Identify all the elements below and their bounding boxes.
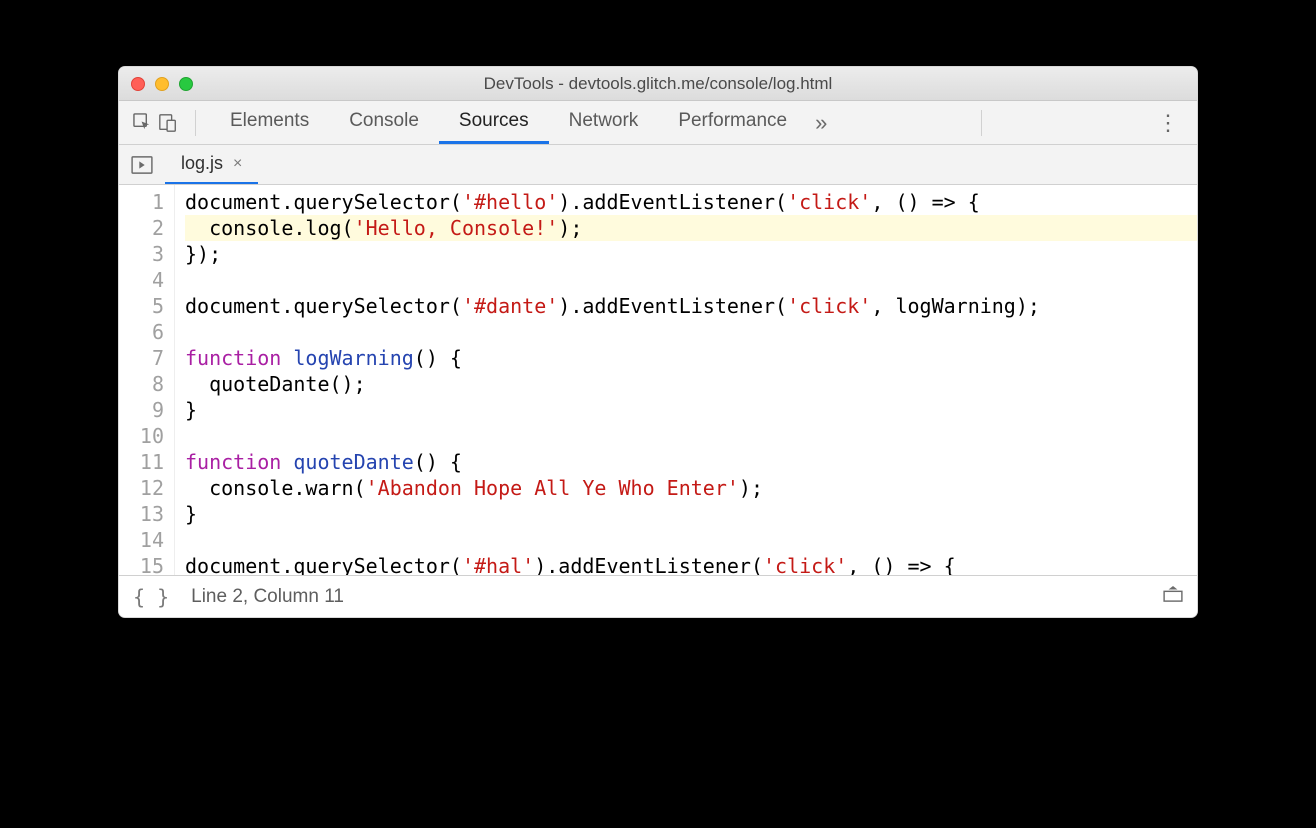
sources-file-tabs: log.js × [119, 145, 1197, 185]
device-toolbar-icon[interactable] [155, 110, 181, 136]
code-line[interactable]: console.log('Hello, Console!'); [185, 215, 1197, 241]
line-number: 1 [119, 189, 164, 215]
settings-menu-icon[interactable]: ⋮ [1149, 110, 1187, 136]
line-number: 15 [119, 553, 164, 575]
line-number: 8 [119, 371, 164, 397]
line-number: 12 [119, 475, 164, 501]
code-line[interactable]: function quoteDante() { [185, 449, 1197, 475]
close-tab-icon[interactable]: × [233, 155, 242, 173]
line-number: 3 [119, 241, 164, 267]
line-number: 11 [119, 449, 164, 475]
toggle-drawer-icon[interactable] [1163, 586, 1183, 608]
tab-console[interactable]: Console [329, 101, 439, 144]
panel-tabs: Elements Console Sources Network Perform… [210, 101, 807, 144]
status-bar: { } Line 2, Column 11 [119, 575, 1197, 617]
code-line[interactable]: } [185, 397, 1197, 423]
code-line[interactable]: console.warn('Abandon Hope All Ye Who En… [185, 475, 1197, 501]
tab-elements[interactable]: Elements [210, 101, 329, 144]
line-number: 6 [119, 319, 164, 345]
pretty-print-icon[interactable]: { } [133, 585, 169, 609]
line-number: 10 [119, 423, 164, 449]
more-panels-button[interactable]: » [815, 110, 827, 136]
code-line[interactable] [185, 319, 1197, 345]
zoom-window-button[interactable] [179, 77, 193, 91]
devtools-window: DevTools - devtools.glitch.me/console/lo… [118, 66, 1198, 618]
line-number: 7 [119, 345, 164, 371]
toolbar-separator [195, 110, 196, 136]
traffic-lights [131, 77, 193, 91]
cursor-position: Line 2, Column 11 [191, 586, 344, 608]
tab-performance[interactable]: Performance [658, 101, 807, 144]
code-line[interactable] [185, 423, 1197, 449]
file-tab-label: log.js [181, 153, 223, 174]
file-tab-log-js[interactable]: log.js × [165, 145, 258, 184]
line-number: 14 [119, 527, 164, 553]
devtools-toolbar: Elements Console Sources Network Perform… [119, 101, 1197, 145]
code-line[interactable]: function logWarning() { [185, 345, 1197, 371]
tab-sources[interactable]: Sources [439, 101, 549, 144]
tab-network[interactable]: Network [549, 101, 659, 144]
minimize-window-button[interactable] [155, 77, 169, 91]
code-line[interactable]: document.querySelector('#dante').addEven… [185, 293, 1197, 319]
line-number: 4 [119, 267, 164, 293]
code-line[interactable]: quoteDante(); [185, 371, 1197, 397]
line-number: 13 [119, 501, 164, 527]
code-editor[interactable]: 123456789101112131415 document.querySele… [119, 185, 1197, 575]
inspect-element-icon[interactable] [129, 110, 155, 136]
line-number: 5 [119, 293, 164, 319]
line-number: 9 [119, 397, 164, 423]
toolbar-separator [981, 110, 982, 136]
window-titlebar: DevTools - devtools.glitch.me/console/lo… [119, 67, 1197, 101]
line-number: 2 [119, 215, 164, 241]
code-line[interactable]: } [185, 501, 1197, 527]
code-line[interactable]: }); [185, 241, 1197, 267]
code-line[interactable] [185, 267, 1197, 293]
window-title: DevTools - devtools.glitch.me/console/lo… [119, 74, 1197, 94]
close-window-button[interactable] [131, 77, 145, 91]
code-content[interactable]: document.querySelector('#hello').addEven… [175, 185, 1197, 575]
show-navigator-icon[interactable] [119, 145, 165, 184]
code-line[interactable] [185, 527, 1197, 553]
code-line[interactable]: document.querySelector('#hello').addEven… [185, 189, 1197, 215]
line-number-gutter: 123456789101112131415 [119, 185, 175, 575]
code-line[interactable]: document.querySelector('#hal').addEventL… [185, 553, 1197, 575]
